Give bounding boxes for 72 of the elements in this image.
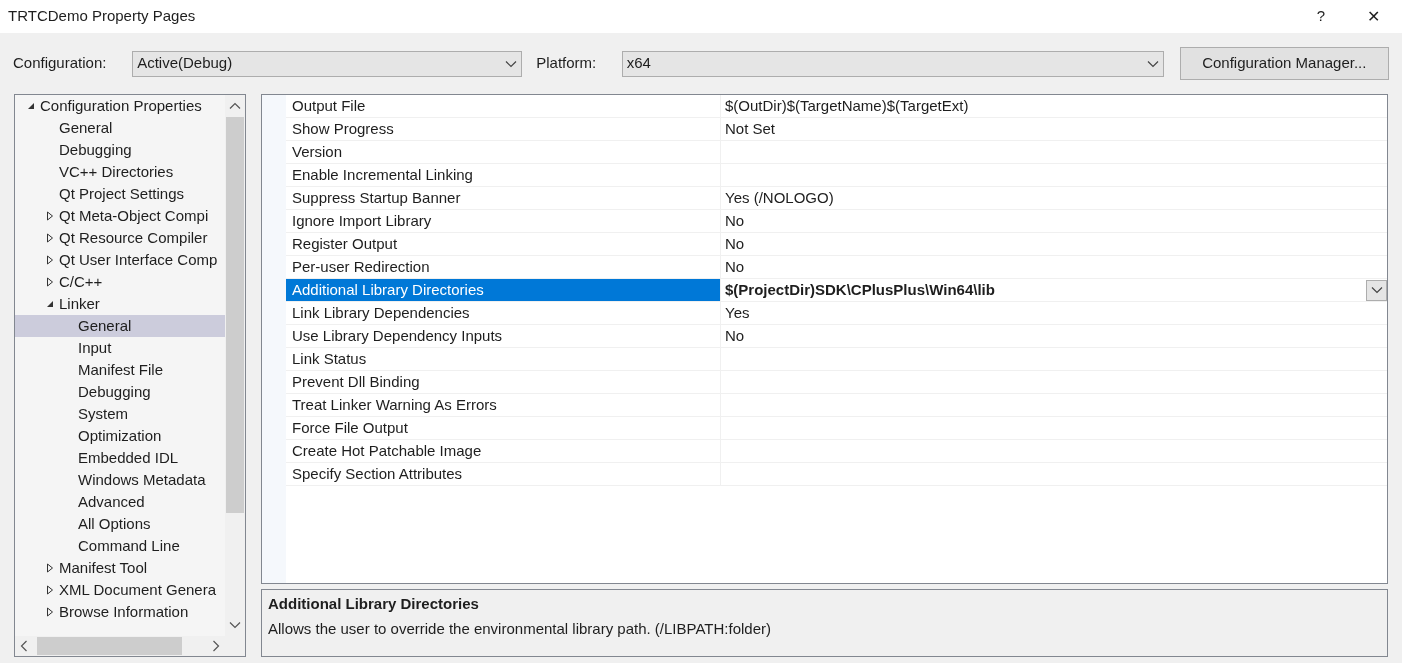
property-value[interactable]: No xyxy=(725,232,1387,256)
property-name[interactable]: Enable Incremental Linking xyxy=(286,164,721,186)
tree-item[interactable]: All Options xyxy=(15,513,225,535)
property-value[interactable]: Not Set xyxy=(725,117,1387,141)
property-name[interactable]: Additional Library Directories xyxy=(286,279,721,301)
property-name[interactable]: Ignore Import Library xyxy=(286,210,721,232)
horizontal-scrollbar[interactable] xyxy=(15,636,245,656)
tree-item[interactable]: Browse Information xyxy=(15,601,225,623)
tree-item[interactable]: System xyxy=(15,403,225,425)
property-name[interactable]: Show Progress xyxy=(286,118,721,140)
vertical-scrollbar[interactable] xyxy=(225,95,245,636)
tree-item[interactable]: Windows Metadata xyxy=(15,469,225,491)
close-button[interactable]: ✕ xyxy=(1344,4,1402,29)
platform-label: Platform: xyxy=(536,53,598,74)
property-value[interactable]: No xyxy=(725,324,1387,348)
platform-dropdown[interactable]: x64 xyxy=(621,50,1164,77)
property-name[interactable]: Link Status xyxy=(286,348,721,370)
help-button[interactable]: ? xyxy=(1298,5,1344,28)
property-name[interactable]: Specify Section Attributes xyxy=(286,463,721,485)
tree-item[interactable]: VC++ Directories xyxy=(15,161,225,183)
property-name[interactable]: Use Library Dependency Inputs xyxy=(286,325,721,347)
tree-item[interactable]: Configuration Properties xyxy=(15,95,225,117)
description-title: Additional Library Directories xyxy=(268,594,480,614)
value-dropdown-button[interactable] xyxy=(1366,279,1387,301)
property-name[interactable]: Output File xyxy=(286,95,721,117)
tree-item[interactable]: Embedded IDL xyxy=(15,447,225,469)
collapsed-arrow-icon[interactable] xyxy=(44,255,55,265)
property-name[interactable]: Register Output xyxy=(286,233,721,255)
property-name[interactable]: Suppress Startup Banner xyxy=(286,187,721,209)
property-name[interactable]: Create Hot Patchable Image xyxy=(286,440,721,462)
description-text: Allows the user to override the environmental library path. (/LIBPATH:folder) xyxy=(268,618,772,639)
property-name[interactable]: Link Library Dependencies xyxy=(286,302,721,324)
property-value[interactable]: $(ProjectDir)SDK\CPlusPlus\Win64\lib xyxy=(725,278,1366,302)
tree-item[interactable]: Input xyxy=(15,337,225,359)
property-name[interactable]: Treat Linker Warning As Errors xyxy=(286,394,721,416)
window-title: TRTCDemo Property Pages xyxy=(8,6,197,27)
configuration-label: Configuration: xyxy=(13,53,108,74)
configuration-dropdown[interactable]: Active(Debug) xyxy=(132,50,523,77)
property-value[interactable]: No xyxy=(725,209,1387,233)
property-name[interactable]: Version xyxy=(286,141,721,163)
tree-item[interactable]: Optimization xyxy=(15,425,225,447)
tree-item[interactable]: Debugging xyxy=(15,139,225,161)
collapsed-arrow-icon[interactable] xyxy=(44,563,55,573)
scrollbar-thumb[interactable] xyxy=(226,117,244,513)
configuration-manager-button[interactable]: Configuration Manager... xyxy=(1179,47,1389,80)
tree-item[interactable]: Linker xyxy=(15,293,225,315)
property-value[interactable]: Yes (/NOLOGO) xyxy=(725,186,1387,210)
tree-item[interactable]: Debugging xyxy=(15,381,225,403)
tree-item[interactable]: Manifest Tool xyxy=(15,557,225,579)
tree-item[interactable]: General xyxy=(15,315,225,337)
collapsed-arrow-icon[interactable] xyxy=(44,233,55,243)
tree-item[interactable]: Qt Resource Compiler xyxy=(15,227,225,249)
tree-item[interactable]: Qt Project Settings xyxy=(15,183,225,205)
collapsed-arrow-icon[interactable] xyxy=(44,585,55,595)
tree-item[interactable]: Advanced xyxy=(15,491,225,513)
tree-item[interactable]: Qt Meta-Object Compi xyxy=(15,205,225,227)
collapsed-arrow-icon[interactable] xyxy=(44,211,55,221)
tree-item[interactable]: XML Document Genera xyxy=(15,579,225,601)
property-name[interactable]: Per-user Redirection xyxy=(286,256,721,278)
tree-item[interactable]: C/C++ xyxy=(15,271,225,293)
tree-item[interactable]: Manifest File xyxy=(15,359,225,381)
tree-item[interactable]: General xyxy=(15,117,225,139)
property-value[interactable]: Yes xyxy=(725,301,1387,325)
collapsed-arrow-icon[interactable] xyxy=(44,277,55,287)
tree-item[interactable]: Command Line xyxy=(15,535,225,557)
property-value[interactable]: No xyxy=(725,255,1387,279)
tree-item[interactable]: Qt User Interface Comp xyxy=(15,249,225,271)
property-name[interactable]: Prevent Dll Binding xyxy=(286,371,721,393)
property-name[interactable]: Force File Output xyxy=(286,417,721,439)
scrollbar-thumb[interactable] xyxy=(37,637,182,655)
property-value[interactable]: $(OutDir)$(TargetName)$(TargetExt) xyxy=(725,94,1387,118)
collapsed-arrow-icon[interactable] xyxy=(44,607,55,617)
